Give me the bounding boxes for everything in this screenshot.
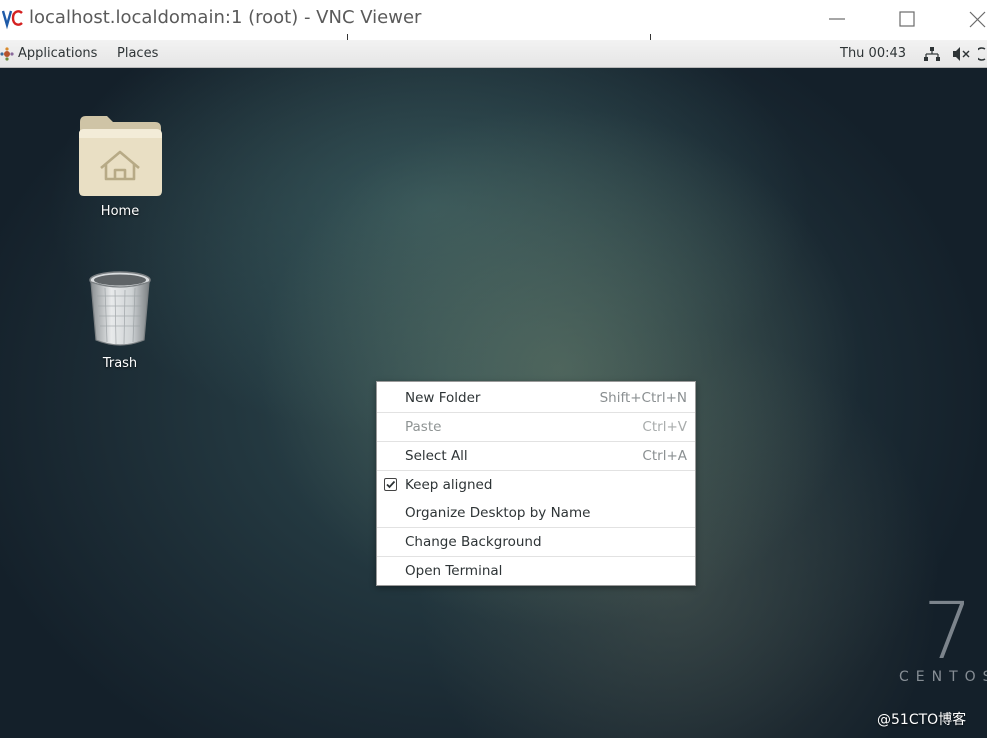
menu-item-shortcut: Ctrl+V	[642, 419, 687, 435]
desktop-icon-label: Trash	[102, 356, 138, 371]
menu-item-shortcut: Shift+Ctrl+N	[599, 390, 687, 406]
desktop-icon-home[interactable]: Home	[70, 112, 170, 219]
checkmark-icon	[386, 480, 396, 489]
desktop-icon-label: Home	[100, 204, 140, 219]
desktop-icon-trash[interactable]: Trash	[70, 270, 170, 371]
applications-menu[interactable]: Applications	[18, 46, 97, 61]
trash-icon	[89, 271, 151, 346]
power-icon[interactable]	[974, 46, 987, 66]
maximize-icon	[899, 11, 915, 27]
minimize-icon	[829, 18, 845, 20]
places-menu[interactable]: Places	[117, 46, 158, 61]
top-panel: Applications Places Thu 00:43	[0, 40, 987, 68]
minimize-button[interactable]	[814, 0, 860, 40]
menu-item-label: Paste	[405, 419, 442, 435]
vnc-viewer-logo-icon	[1, 8, 24, 30]
menu-item-change-background[interactable]: Change Background	[377, 528, 695, 556]
menu-item-open-terminal[interactable]: Open Terminal	[377, 557, 695, 585]
maximize-button[interactable]	[884, 0, 930, 40]
window-title: localhost.localdomain:1 (root) - VNC Vie…	[29, 7, 422, 28]
centos-logo-word: CENTOS	[899, 669, 987, 685]
applications-menu-icon	[0, 47, 14, 61]
menu-item-paste[interactable]: Paste Ctrl+V	[377, 413, 695, 441]
vnc-title-bar[interactable]: localhost.localdomain:1 (root) - VNC Vie…	[0, 0, 987, 43]
menu-item-organize-desktop[interactable]: Organize Desktop by Name	[377, 499, 695, 527]
close-icon	[969, 11, 986, 28]
home-folder-icon	[79, 116, 162, 196]
site-watermark: @51CTO博客	[877, 712, 967, 728]
menu-item-label: Change Background	[405, 534, 542, 550]
menu-item-label: Select All	[405, 448, 468, 464]
keep-aligned-checkbox[interactable]	[384, 478, 397, 491]
menu-item-label: Keep aligned	[405, 477, 493, 493]
clock[interactable]: Thu 00:43	[840, 46, 906, 61]
menu-item-new-folder[interactable]: New Folder Shift+Ctrl+N	[377, 384, 695, 412]
menu-item-shortcut: Ctrl+A	[642, 448, 687, 464]
menu-item-label: New Folder	[405, 390, 481, 406]
menu-item-keep-aligned[interactable]: Keep aligned	[377, 471, 695, 499]
desktop-context-menu: New Folder Shift+Ctrl+N Paste Ctrl+V Sel…	[376, 381, 696, 586]
volume-muted-icon[interactable]	[952, 46, 970, 66]
close-button[interactable]	[954, 0, 987, 40]
centos-logo-number: 7	[923, 587, 973, 677]
menu-item-label: Open Terminal	[405, 563, 503, 579]
network-icon[interactable]	[924, 47, 940, 66]
menu-item-select-all[interactable]: Select All Ctrl+A	[377, 442, 695, 470]
menu-item-label: Organize Desktop by Name	[405, 505, 591, 521]
